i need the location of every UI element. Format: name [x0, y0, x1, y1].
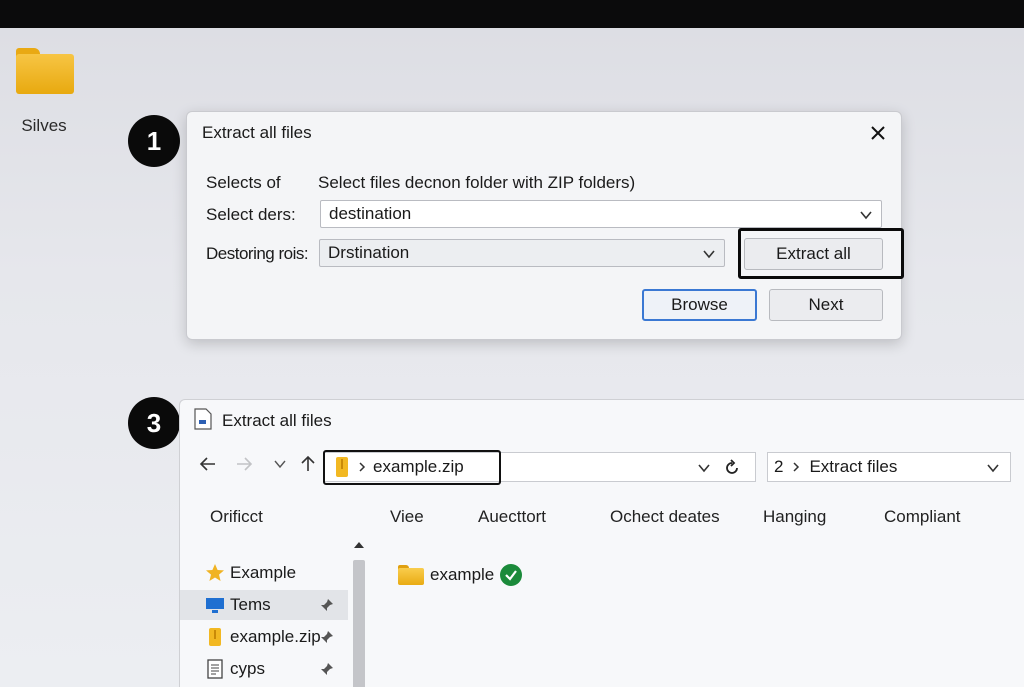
explorer-title: Extract all files [222, 411, 332, 430]
chevron-down-icon [860, 211, 872, 220]
arrow-left-icon [199, 457, 215, 471]
select-label: Selects of [206, 173, 281, 192]
sidebar-item-label: Tems [230, 595, 271, 614]
close-button[interactable] [865, 120, 891, 146]
breadcrumb-prefix: 2 [774, 457, 784, 476]
storing-dropdown[interactable]: Drstination [319, 239, 725, 267]
browse-button[interactable]: Browse [642, 289, 757, 321]
pin-icon [321, 599, 333, 611]
folder-icon [14, 48, 74, 94]
address-bar[interactable]: example.zip [323, 450, 756, 485]
column-header[interactable]: Compliant [884, 507, 961, 527]
pin-icon [321, 663, 333, 675]
breadcrumb-path[interactable]: 2 Extract files [767, 452, 1011, 482]
column-header[interactable]: Hanging [763, 507, 826, 527]
chevron-right-icon [793, 462, 800, 472]
monitor-icon [206, 598, 224, 613]
forward-button[interactable] [232, 452, 256, 476]
recent-dropdown-button[interactable] [268, 452, 292, 476]
pin-icon [321, 631, 333, 643]
content-folder-item[interactable]: example [398, 564, 523, 586]
column-header[interactable]: Auecttort [478, 507, 546, 527]
breadcrumb-label: Extract files [809, 457, 898, 476]
next-button[interactable]: Next [769, 289, 883, 321]
select-description: Select files decnon folder with ZIP fold… [318, 173, 636, 192]
step-badge-3: 3 [128, 397, 180, 449]
column-header[interactable]: Orificct [210, 507, 263, 527]
sidebar-scrollbar[interactable] [350, 538, 368, 687]
file-explorer-window: Extract all files example.zip 2 Extract … [179, 399, 1024, 687]
chevron-up-icon [354, 542, 364, 548]
folder-icon [398, 565, 424, 585]
star-icon [206, 564, 224, 581]
up-button[interactable] [296, 452, 320, 476]
storing-label: Destoring rois: [206, 244, 309, 263]
chevron-down-icon [703, 250, 715, 259]
desktop-folder-label: Silves [21, 116, 67, 135]
zip-file-icon [194, 408, 212, 430]
scrollbar-thumb[interactable] [353, 560, 365, 687]
dialog-title: Extract all files [202, 123, 312, 142]
step-badge-1: 1 [128, 115, 180, 167]
column-header[interactable]: Viee [390, 507, 424, 527]
destination-dropdown[interactable]: destination [320, 200, 882, 228]
sidebar-item-cyps[interactable]: cyps [180, 654, 348, 684]
arrow-up-icon [301, 455, 315, 471]
desktop-folder-icon[interactable]: Silves [12, 48, 76, 136]
sidebar-item-label: Example [230, 563, 297, 582]
sidebar-item-example[interactable]: Example [180, 558, 348, 588]
top-black-bar [0, 0, 1024, 28]
extract-all-button[interactable]: Extract all [744, 238, 883, 270]
close-icon [871, 126, 885, 140]
back-button[interactable] [196, 452, 220, 476]
extract-dialog: Extract all files Selects of Select file… [186, 111, 904, 340]
arrow-right-icon [237, 457, 253, 471]
chevron-down-icon [987, 464, 999, 473]
navigation-pane: Example Tems example.zip cyps [180, 534, 370, 687]
sidebar-item-tems[interactable]: Tems [180, 590, 348, 620]
sidebar-item-label: cyps [230, 659, 265, 678]
check-icon [500, 564, 523, 586]
chevron-down-icon [698, 464, 710, 473]
storing-value: Drstination [328, 243, 410, 262]
destination-label: Select ders: [206, 205, 296, 224]
zip-folder-icon [209, 628, 221, 646]
address-highlight-box [323, 450, 501, 485]
sidebar-item-label: example.zip [230, 627, 321, 646]
content-folder-label: example [430, 565, 495, 584]
destination-value: destination [329, 204, 412, 223]
document-icon [207, 659, 223, 679]
chevron-down-icon [274, 460, 286, 469]
refresh-icon[interactable] [723, 459, 741, 477]
column-header[interactable]: Ochect deates [610, 507, 720, 527]
sidebar-item-example-zip[interactable]: example.zip [180, 622, 348, 652]
